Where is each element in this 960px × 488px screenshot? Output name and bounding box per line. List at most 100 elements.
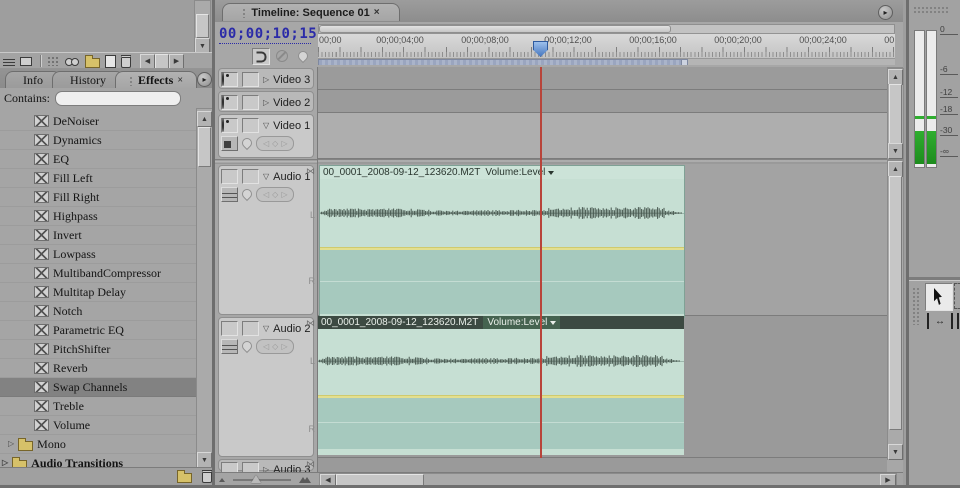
show-keyframes-button[interactable] (221, 187, 238, 202)
selection-tool-button-active[interactable] (925, 283, 953, 311)
scroll-up-button[interactable]: ▲ (888, 69, 903, 85)
new-custom-bin-icon[interactable] (177, 473, 192, 483)
add-keyframe-button[interactable]: ◇ (272, 139, 278, 148)
delete-custom-item-icon[interactable] (202, 470, 212, 483)
show-keyframes-button[interactable] (221, 339, 238, 354)
scroll-up-button[interactable]: ▲ (888, 161, 903, 177)
effect-item[interactable]: Invert (0, 226, 196, 245)
video-area-scrollbar[interactable]: ▲ ▼ (887, 68, 904, 160)
scroll-right-button[interactable]: ▶ (169, 54, 184, 69)
scroll-thumb[interactable] (889, 176, 902, 430)
automate-to-sequence-icon[interactable] (47, 56, 60, 66)
project-scrollbar[interactable]: ▼ (194, 0, 211, 54)
next-keyframe-button[interactable]: ▷ (281, 190, 287, 199)
audio3-track-row[interactable] (318, 458, 887, 472)
toggle-track-output-video3[interactable] (221, 72, 238, 87)
scroll-left-button[interactable]: ◀ (140, 54, 155, 69)
scroll-down-button[interactable]: ▼ (888, 143, 903, 159)
scroll-down-button[interactable]: ▼ (888, 444, 903, 460)
toggle-track-output-audio1[interactable] (221, 169, 238, 184)
audio2-clip-selected[interactable]: 00_0001_2008-09-12_123620.M2T Volume:Lev… (318, 316, 684, 455)
effect-item[interactable]: Dynamics (0, 131, 196, 150)
expand-arrow-icon[interactable]: ▷ (2, 459, 8, 467)
project-scrollbar-thumb[interactable] (196, 14, 209, 38)
new-item-icon[interactable] (105, 55, 116, 68)
effect-item[interactable]: Highpass (0, 207, 196, 226)
video1-track-row[interactable] (318, 113, 887, 159)
track-lock-toggle[interactable] (242, 169, 259, 184)
new-bin-icon[interactable] (85, 58, 100, 68)
current-timecode[interactable]: 00;00;10;15 (219, 26, 317, 42)
tab-timeline-sequence-01[interactable]: Timeline: Sequence 01 × (222, 3, 400, 21)
close-icon[interactable]: × (177, 76, 183, 86)
scroll-thumb[interactable] (889, 84, 902, 144)
icon-view-icon[interactable] (20, 57, 32, 66)
add-keyframe-button[interactable]: ◇ (272, 342, 278, 351)
tab-effects[interactable]: Effects × (115, 71, 197, 89)
audio1-clip[interactable]: 00_0001_2008-09-12_123620.M2T Volume:Lev… (319, 165, 685, 318)
clip-effect-label[interactable]: Volume:Level (483, 316, 560, 329)
ripple-edit-tool-button[interactable]: ↔ (927, 313, 953, 329)
set-unnumbered-marker-button[interactable] (295, 48, 311, 63)
previous-keyframe-button[interactable]: ◁ (263, 190, 269, 199)
effect-item[interactable]: Lowpass (0, 245, 196, 264)
effect-item[interactable]: DeNoiser (0, 112, 196, 131)
effect-item[interactable]: Multitap Delay (0, 283, 196, 302)
effect-item[interactable]: Parametric EQ (0, 321, 196, 340)
zoom-out-icon[interactable] (219, 478, 225, 482)
meters-panel-grip[interactable] (913, 6, 949, 14)
panel-menu-button[interactable]: ▸ (197, 72, 212, 87)
effect-item[interactable]: Reverb (0, 359, 196, 378)
video3-track-row[interactable] (318, 67, 887, 90)
collapse-arrow-icon[interactable]: ▷ (263, 99, 269, 107)
expand-arrow-icon[interactable]: ▽ (263, 122, 269, 130)
next-keyframe-button[interactable]: ▷ (281, 139, 287, 148)
collapse-arrow-icon[interactable]: ▷ (263, 76, 269, 84)
effect-item[interactable]: PitchShifter (0, 340, 196, 359)
expand-arrow-icon[interactable]: ▽ (263, 325, 269, 333)
effect-item[interactable]: Fill Left (0, 169, 196, 188)
zoom-slider[interactable] (233, 479, 291, 481)
toggle-track-output-video2[interactable] (221, 95, 238, 110)
set-display-style-button[interactable] (221, 136, 238, 151)
zoom-slider-handle[interactable] (251, 475, 261, 483)
effect-item[interactable]: Notch (0, 302, 196, 321)
effects-scrollbar-down-button[interactable]: ▼ (197, 452, 212, 468)
zoom-in-icon-2[interactable] (303, 477, 311, 483)
timeline-tracks-area[interactable]: 00_0001_2008-09-12_123620.M2T Volume:Lev… (317, 67, 887, 472)
playhead-cti-line[interactable] (540, 67, 542, 458)
effect-item[interactable]: EQ (0, 150, 196, 169)
next-keyframe-button[interactable]: ▷ (281, 342, 287, 351)
keyframe-toggle-icon[interactable] (240, 187, 254, 201)
effects-scrollbar-thumb[interactable] (198, 127, 211, 167)
timeline-zoom-thumb[interactable] (319, 25, 671, 33)
time-ruler[interactable]: 00;00 00;00;04;00 00;00;08;00 00;00;12;0… (318, 33, 895, 59)
track-lock-toggle[interactable] (242, 321, 259, 336)
list-view-icon[interactable] (3, 57, 15, 66)
keyframe-toggle-icon[interactable] (240, 339, 254, 353)
clear-trash-icon[interactable] (121, 55, 131, 68)
effect-item[interactable]: Volume (0, 416, 196, 435)
tools-panel-grip[interactable] (912, 287, 920, 325)
track-lock-toggle[interactable] (242, 118, 259, 133)
effect-item[interactable]: Treble (0, 397, 196, 416)
expand-arrow-icon[interactable]: ▷ (8, 440, 14, 448)
contains-input[interactable] (55, 91, 181, 106)
add-keyframe-button[interactable]: ◇ (272, 190, 278, 199)
video2-track-row[interactable] (318, 90, 887, 113)
snap-button[interactable] (252, 48, 270, 65)
set-encore-chapter-marker-button[interactable] (274, 48, 290, 63)
close-icon[interactable]: × (374, 8, 380, 18)
toggle-track-output-video1[interactable] (221, 118, 238, 133)
effect-item[interactable]: MultibandCompressor (0, 264, 196, 283)
track-select-tool-button[interactable] (954, 283, 960, 309)
previous-keyframe-button[interactable]: ◁ (263, 139, 269, 148)
find-icon[interactable] (65, 56, 80, 67)
toggle-track-output-audio2[interactable] (221, 321, 238, 336)
keyframe-toggle-icon[interactable] (240, 136, 254, 150)
expand-arrow-icon[interactable]: ▽ (263, 173, 269, 181)
tab-history[interactable]: History (52, 71, 124, 89)
previous-keyframe-button[interactable]: ◁ (263, 342, 269, 351)
work-area-bar[interactable] (318, 59, 688, 65)
effects-folder-mono[interactable]: ▷ Mono (0, 435, 196, 454)
